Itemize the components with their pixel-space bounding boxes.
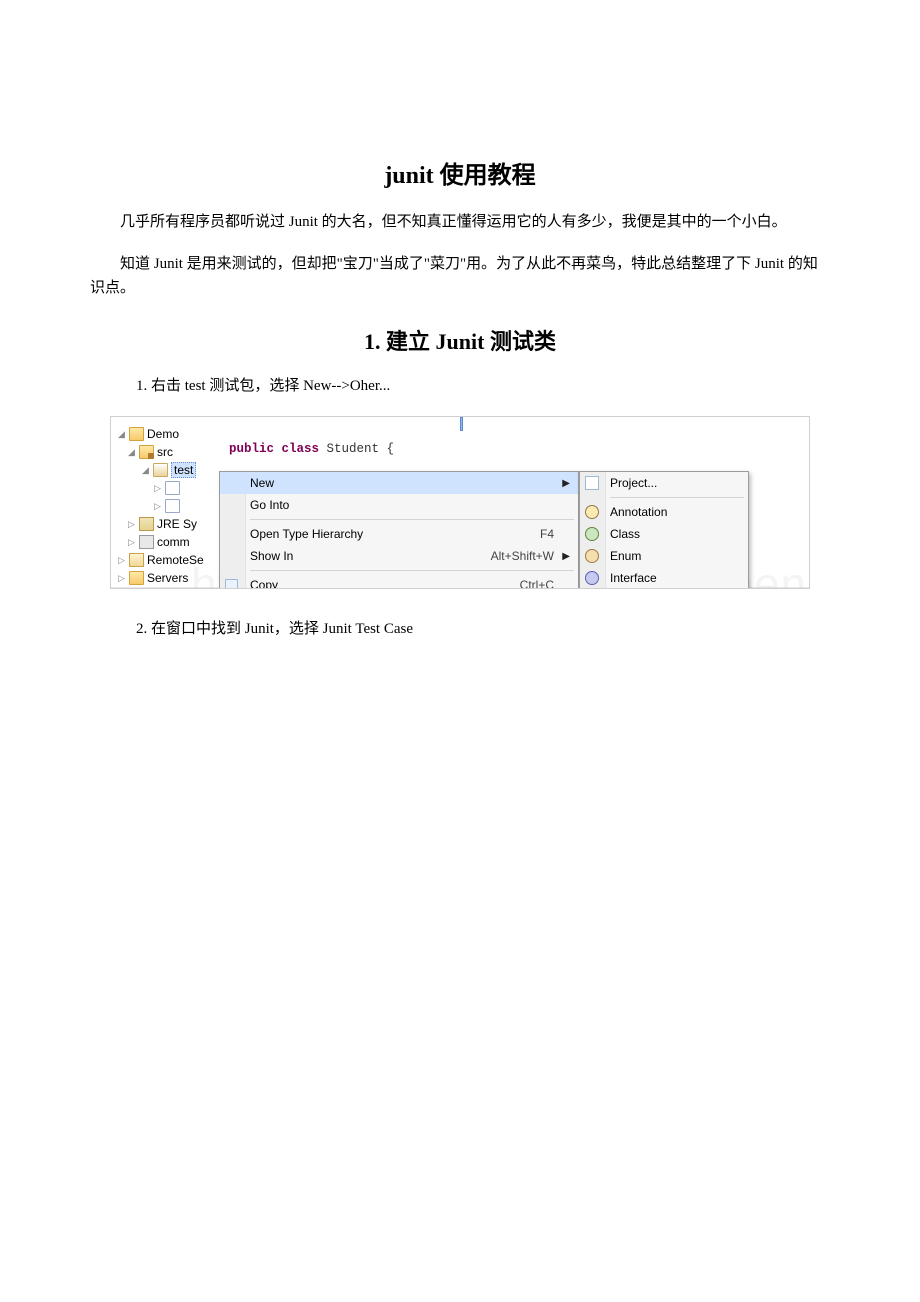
- src-folder-icon: [139, 445, 154, 459]
- submenu-enum[interactable]: Enum: [580, 545, 748, 567]
- menu-open-type-hierarchy[interactable]: Open Type HierarchyF4: [220, 523, 578, 545]
- chevron-right-icon: ▶: [562, 478, 570, 489]
- title-cn: 使用教程: [434, 163, 536, 189]
- jar-icon: [139, 535, 154, 549]
- menu-copy[interactable]: CopyCtrl+C: [220, 574, 578, 589]
- eclipse-screenshot: ◢Demo ◢src ◢test ▷ ▷ ▷JRE Sy ▷comm ▷Remo…: [110, 416, 810, 589]
- jre-lib-icon: [139, 517, 154, 531]
- tree-demo[interactable]: Demo: [147, 427, 179, 441]
- submenu-annotation[interactable]: Annotation: [580, 501, 748, 523]
- submenu-project[interactable]: Project...: [580, 472, 748, 494]
- tree-servers[interactable]: Servers: [147, 571, 188, 585]
- new-submenu: Project... Annotation Class Enum Interfa…: [579, 471, 749, 589]
- chevron-right-icon: ▶: [562, 551, 570, 562]
- java-file-icon: [165, 481, 180, 495]
- tree-comm[interactable]: comm: [157, 535, 190, 549]
- menu-show-in[interactable]: Show InAlt+Shift+W▶: [220, 545, 578, 567]
- intro-para-1: 几乎所有程序员都听说过 Junit 的大名，但不知真正懂得运用它的人有多少，我便…: [90, 210, 830, 234]
- shortcut-showin: Alt+Shift+W: [491, 549, 554, 563]
- shortcut-f4: F4: [540, 527, 554, 541]
- title-eng: junit: [384, 163, 433, 189]
- project-tree: ◢Demo ◢src ◢test ▷ ▷ ▷JRE Sy ▷comm ▷Remo…: [111, 417, 215, 587]
- project-icon: [129, 427, 144, 441]
- code-class-decl: public class Student {: [229, 441, 803, 458]
- annotation-icon: [585, 505, 599, 519]
- section-heading-1: 1. 建立 Junit 测试类: [90, 324, 830, 356]
- tree-jre[interactable]: JRE Sy: [157, 517, 197, 531]
- class-icon: [585, 527, 599, 541]
- tree-remote[interactable]: RemoteSe: [147, 553, 204, 567]
- enum-icon: [585, 549, 599, 563]
- package-icon: [153, 463, 168, 477]
- context-menu: New▶ Go Into Open Type HierarchyF4 Show …: [219, 471, 579, 589]
- menu-new[interactable]: New▶: [220, 472, 578, 494]
- shortcut-copy: Ctrl+C: [520, 578, 554, 589]
- java-file-icon: [165, 499, 180, 513]
- submenu-class[interactable]: Class: [580, 523, 748, 545]
- page-title: junit 使用教程: [90, 155, 830, 190]
- step-2: 2. 在窗口中找到 Junit，选择 Junit Test Case: [136, 617, 830, 641]
- menu-go-into[interactable]: Go Into: [220, 494, 578, 516]
- interface-icon: [585, 571, 599, 585]
- project-file-icon: [585, 476, 599, 490]
- copy-icon: [225, 579, 238, 590]
- intro-para-2: 知道 Junit 是用来测试的，但却把"宝刀"当成了"菜刀"用。为了从此不再菜鸟…: [90, 252, 830, 300]
- folder-icon: [129, 571, 144, 585]
- tree-src[interactable]: src: [157, 445, 173, 459]
- step-1: 1. 右击 test 测试包，选择 New-->Oher...: [136, 374, 830, 398]
- submenu-interface[interactable]: Interface: [580, 567, 748, 589]
- tree-test[interactable]: test: [171, 462, 196, 478]
- server-icon: [129, 553, 144, 567]
